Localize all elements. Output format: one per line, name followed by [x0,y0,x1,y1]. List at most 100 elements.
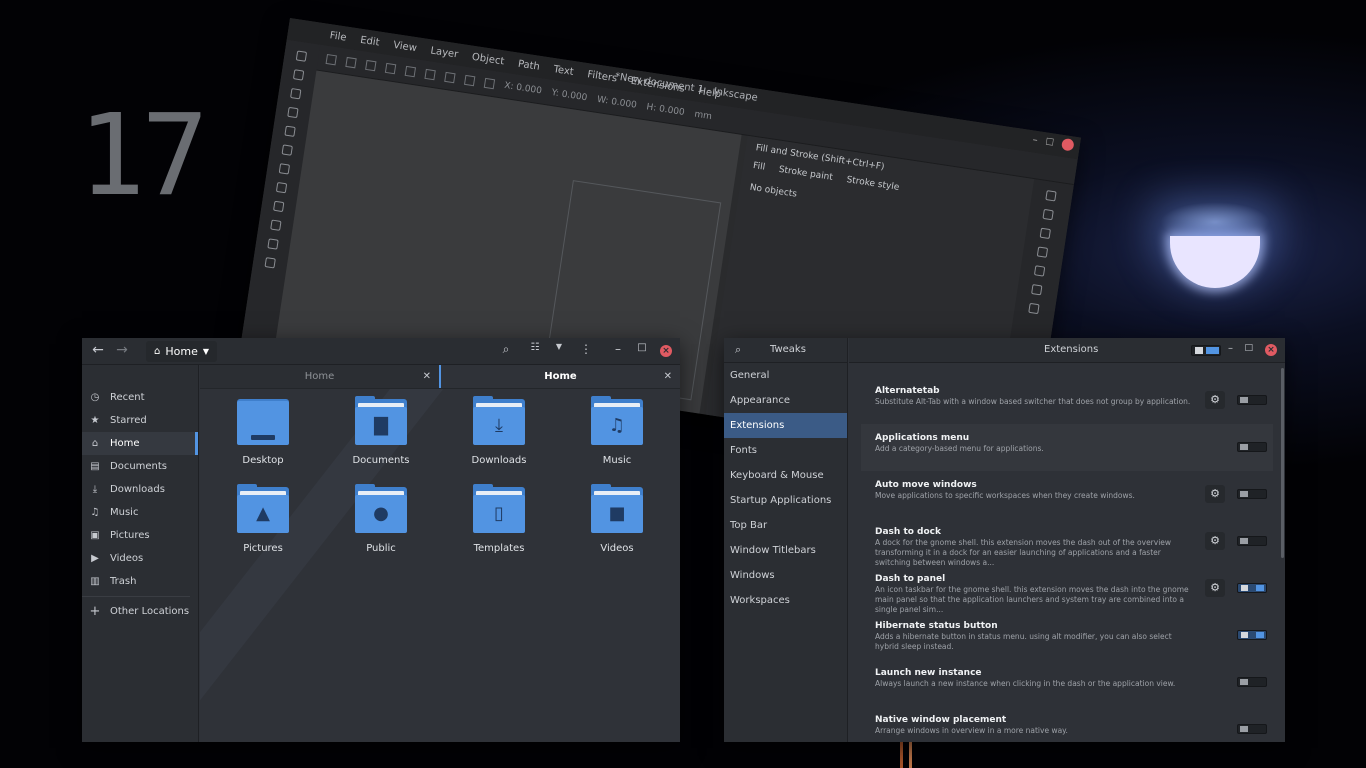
sidebar-item-other-locations[interactable]: + Other Locations [82,600,198,623]
tab-home-inactive[interactable]: Home ✕ [200,365,439,388]
extension-row-dash-to-panel[interactable]: Dash to panel An icon taskbar for the gn… [861,565,1273,614]
raise-icon[interactable] [464,74,476,86]
tweak-tool-icon[interactable] [290,88,302,100]
command-icon[interactable] [1042,208,1054,221]
extension-toggle[interactable] [1237,536,1267,546]
view-options-chevron-icon[interactable]: ▼ [550,342,568,351]
sidebar-item-pictures[interactable]: ▣ Pictures [82,524,198,547]
sidebar-item-window-titlebars[interactable]: Window Titlebars [724,538,847,563]
flip-icon[interactable] [424,68,436,80]
folder-item-documents[interactable]: ▇ Documents [322,396,440,487]
sidebar-item-downloads[interactable]: ⤓ Downloads [82,478,198,501]
extension-toggle[interactable] [1237,442,1267,452]
close-icon[interactable]: × [660,345,672,357]
extensions-master-switch[interactable] [1191,345,1221,356]
extension-toggle[interactable] [1237,724,1267,734]
minimize-icon[interactable]: – [609,342,627,356]
folder-item-public[interactable]: ● Public [322,484,440,575]
rect-tool-icon[interactable] [284,125,296,137]
menu-object[interactable]: Object [471,51,505,67]
menu-edit[interactable]: Edit [359,34,380,48]
extension-toggle[interactable] [1237,677,1267,687]
close-tab-icon[interactable]: ✕ [423,371,431,382]
maximize-icon[interactable]: □ [1244,343,1253,353]
gear-icon[interactable]: ⚙ [1205,532,1225,550]
extension-row-hibernate-status-button[interactable]: Hibernate status button Adds a hibernate… [861,612,1273,659]
tab-stroke-style[interactable]: Stroke style [846,175,900,193]
menu-dots-icon[interactable]: ⋮ [577,342,595,356]
sidebar-item-videos[interactable]: ▶ Videos [82,547,198,570]
w-field[interactable]: W: 0.000 [596,94,637,110]
unit-select[interactable]: mm [694,109,713,122]
command-icon[interactable] [1039,227,1051,240]
command-icon[interactable] [1028,302,1040,315]
sidebar-item-windows[interactable]: Windows [724,563,847,588]
sidebar-item-home[interactable]: ⌂ Home [82,432,198,455]
y-field[interactable]: Y: 0.000 [551,88,588,103]
extension-row-native-window-placement[interactable]: Native window placement Arrange windows … [861,706,1273,742]
menu-layer[interactable]: Layer [430,45,459,60]
flip-icon[interactable] [444,71,456,83]
sidebar-item-appearance[interactable]: Appearance [724,388,847,413]
files-window[interactable]: ← → ⌂ Home ▼ ⌕ ☷ ▼ ⋮ – □ × ◷ Recent ★ St… [82,338,680,742]
toolbar-icon[interactable] [365,59,377,71]
gear-icon[interactable]: ⚙ [1205,579,1225,597]
folder-item-pictures[interactable]: ▲ Pictures [204,484,322,575]
sidebar-item-startup-applications[interactable]: Startup Applications [724,488,847,513]
minimize-icon[interactable]: – [1228,343,1233,354]
rotate-icon[interactable] [384,62,397,74]
extension-row-applications-menu[interactable]: Applications menu Add a category-based m… [861,424,1273,471]
menu-path[interactable]: Path [517,58,540,72]
box-tool-icon[interactable] [281,144,293,156]
command-icon[interactable] [1045,190,1057,202]
extension-row-launch-new-instance[interactable]: Launch new instance Always launch a new … [861,659,1273,706]
sidebar-item-music[interactable]: ♫ Music [82,501,198,524]
tab-stroke-paint[interactable]: Stroke paint [778,165,833,183]
extension-toggle[interactable] [1237,395,1267,405]
tab-fill[interactable]: Fill [752,161,765,173]
command-icon[interactable] [1031,284,1043,296]
extension-row-auto-move-windows[interactable]: Auto move windows Move applications to s… [861,471,1273,518]
spiral-tool-icon[interactable] [273,200,285,213]
rotate-icon[interactable] [404,65,417,77]
folder-item-downloads[interactable]: ⤓ Downloads [440,396,558,487]
maximize-icon[interactable]: □ [633,342,651,353]
menu-text[interactable]: Text [553,64,575,78]
ellipse-tool-icon[interactable] [278,163,291,175]
toolbar-icon[interactable] [325,53,338,65]
back-icon[interactable]: ← [90,342,106,358]
folder-item-templates[interactable]: ▯ Templates [440,484,558,575]
folder-item-videos[interactable]: ■ Videos [558,484,676,575]
extension-toggle[interactable] [1237,630,1267,640]
pen-tool-icon[interactable] [267,238,279,250]
extension-row-dash-to-dock[interactable]: Dash to dock A dock for the gnome shell.… [861,518,1273,567]
folder-item-desktop[interactable]: Desktop [204,399,322,487]
minimize-icon[interactable]: – [1032,134,1039,146]
extension-toggle[interactable] [1237,583,1267,593]
star-tool-icon[interactable] [275,181,288,194]
extensions-scrollbar[interactable] [1281,368,1284,558]
gear-icon[interactable]: ⚙ [1205,485,1225,503]
sidebar-item-extensions[interactable]: Extensions [724,413,847,438]
folder-item-music[interactable]: ♫ Music [558,396,676,487]
gear-icon[interactable]: ⚙ [1205,391,1225,409]
tab-home-active[interactable]: Home ✕ [439,365,680,388]
sidebar-item-general[interactable]: General [724,363,847,388]
sidebar-item-keyboard-mouse[interactable]: Keyboard & Mouse [724,463,847,488]
menu-file[interactable]: File [329,30,347,43]
command-icon[interactable] [1036,246,1049,258]
command-icon[interactable] [1033,265,1046,277]
view-list-icon[interactable]: ☷ [526,342,544,353]
select-tool-icon[interactable] [295,50,308,62]
maximize-icon[interactable]: □ [1045,136,1055,147]
lower-icon[interactable] [483,77,496,89]
zoom-tool-icon[interactable] [287,106,299,119]
forward-icon[interactable]: → [114,342,130,358]
sidebar-item-documents[interactable]: ▤ Documents [82,455,198,478]
node-tool-icon[interactable] [292,69,305,81]
close-icon[interactable] [1060,137,1075,152]
search-icon[interactable]: ⌕ [497,342,515,357]
x-field[interactable]: X: 0.000 [504,80,543,96]
toolbar-icon[interactable] [345,56,357,68]
pencil-tool-icon[interactable] [270,219,282,231]
